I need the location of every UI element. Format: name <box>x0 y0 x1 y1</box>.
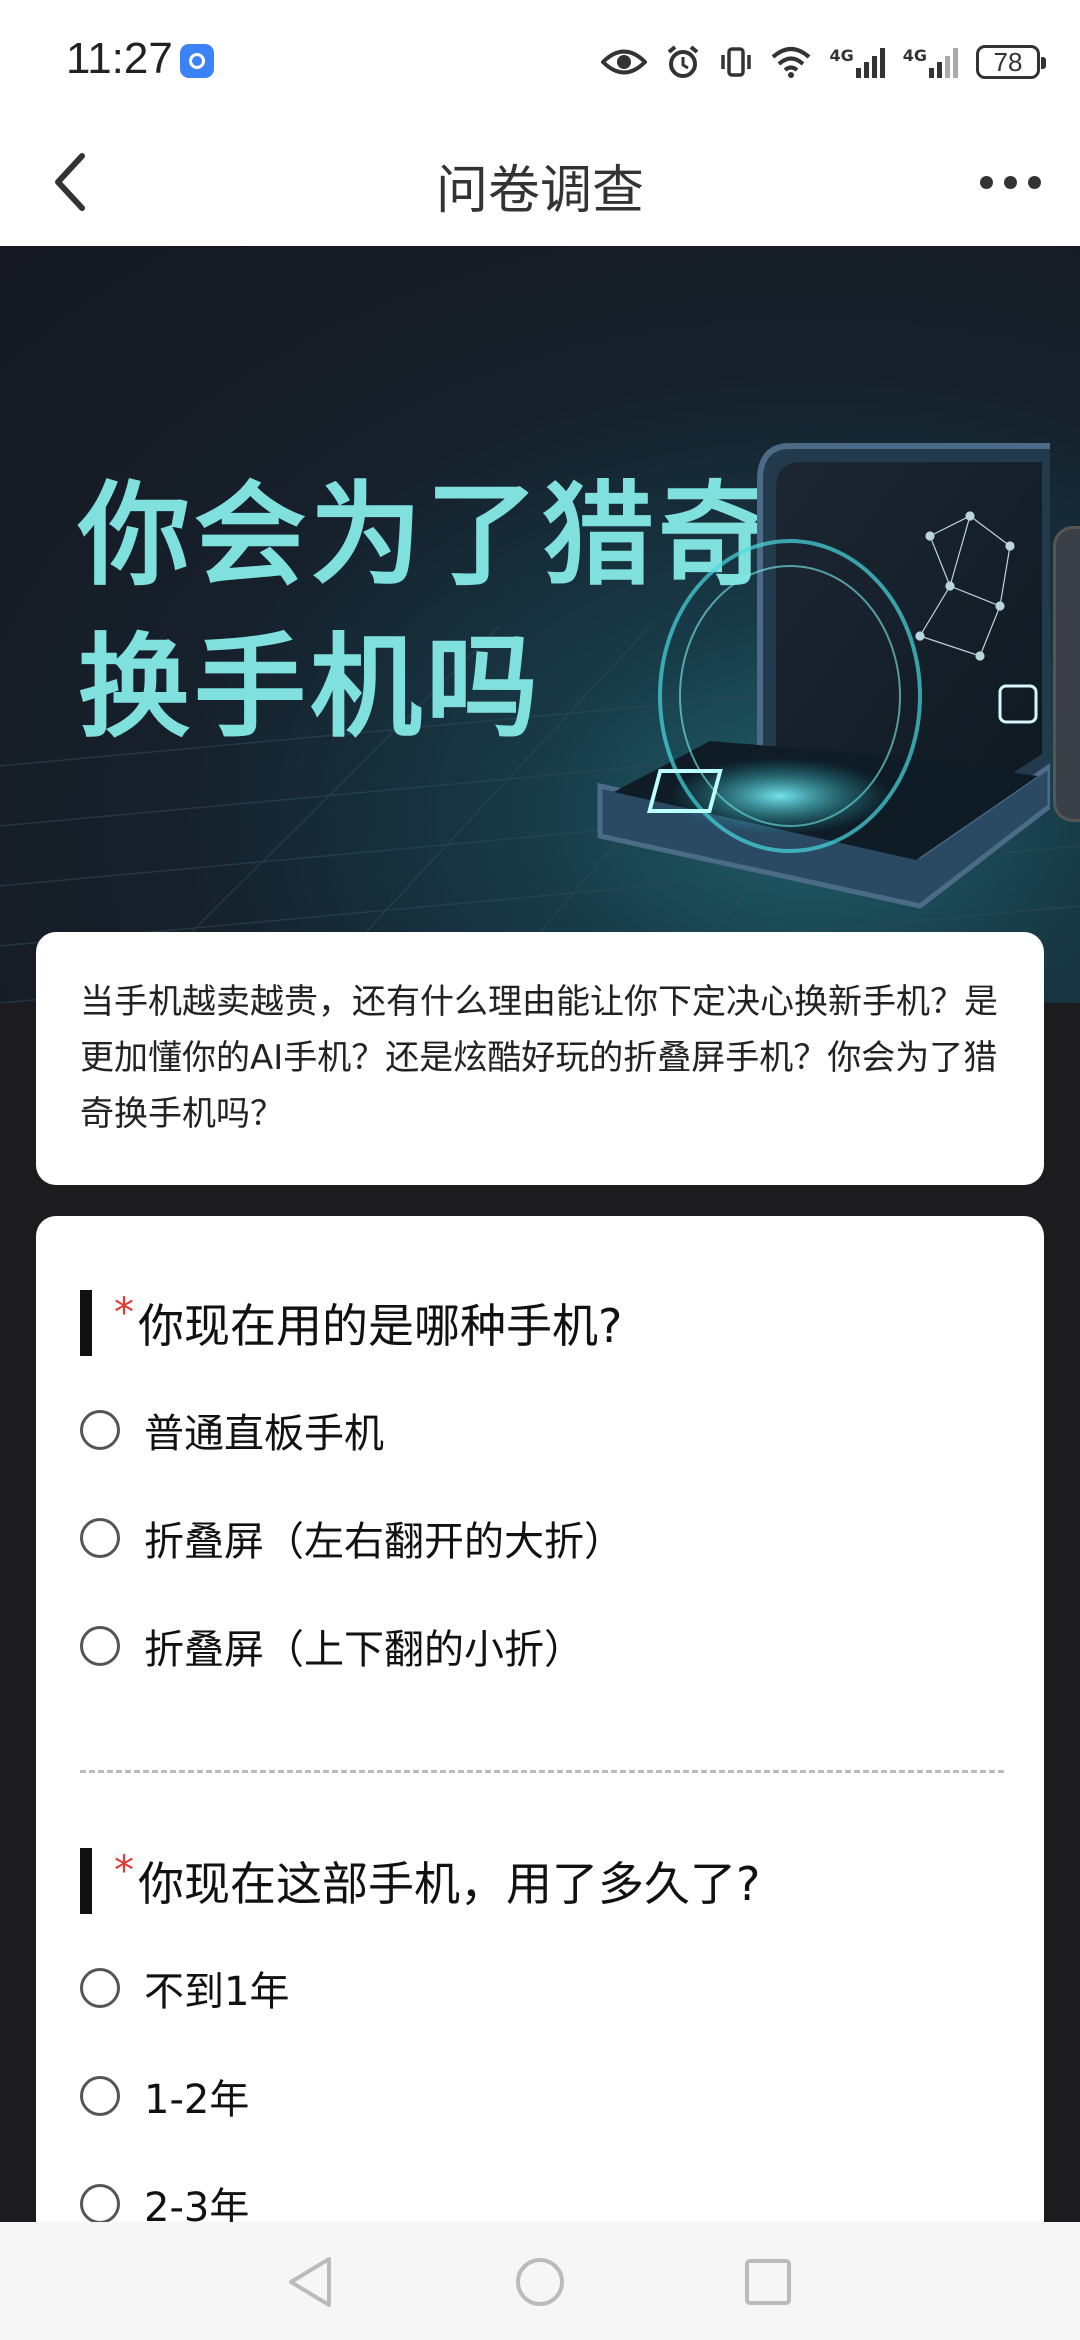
option-q1-1[interactable]: 普通直板手机 <box>80 1400 384 1460</box>
foldable-phone-illustration <box>597 443 1050 909</box>
question-2-header: * 你现在这部手机，用了多久了? <box>80 1846 1004 1916</box>
radio-button[interactable] <box>80 2184 120 2224</box>
option-label: 不到1年 <box>144 1969 290 2015</box>
option-label: 普通直板手机 <box>144 1411 384 1457</box>
vibrate-icon <box>719 45 753 79</box>
option-q2-2[interactable]: 1-2年 <box>80 2066 249 2126</box>
status-bar: 11:27 4G 4G 78 <box>0 0 1080 120</box>
option-q1-2[interactable]: 折叠屏（左右翻开的大折） <box>80 1508 624 1568</box>
signal-icon-2: 4G <box>903 46 958 78</box>
page-title: 问卷调查 <box>435 161 644 221</box>
triangle-back-icon <box>289 2257 331 2307</box>
battery-icon: 78 <box>976 45 1046 79</box>
question-divider <box>80 1770 1004 1773</box>
option-q2-1[interactable]: 不到1年 <box>80 1958 289 2018</box>
required-mark: * <box>114 1848 134 1894</box>
status-icons: 4G 4G 78 <box>601 38 1046 86</box>
option-label: 折叠屏（左右翻开的大折） <box>144 1519 624 1565</box>
alarm-icon <box>665 44 701 80</box>
floating-side-handle[interactable] <box>1053 526 1080 822</box>
radio-button[interactable] <box>80 1518 120 1558</box>
intro-card: 当手机越卖越贵，还有什么理由能让你下定决心换新手机？是更加懂你的AI手机？还是炫… <box>36 932 1044 1185</box>
option-label: 1-2年 <box>144 2077 250 2123</box>
system-nav-bar <box>0 2222 1080 2340</box>
required-mark: * <box>114 1290 134 1336</box>
app-notification-icon <box>180 44 214 78</box>
hero-banner: 你会为了猎奇 换手机吗 <box>0 246 1080 1003</box>
question-1: * 你现在用的是哪种手机? 普通直板手机 折叠屏（左右翻开的大折） 折叠屏（上下… <box>80 1288 1004 1673</box>
question-1-text: 你现在用的是哪种手机? <box>138 1299 623 1353</box>
radio-button[interactable] <box>80 1410 120 1450</box>
signal-icon: 4G <box>829 46 885 78</box>
option-q1-3[interactable]: 折叠屏（上下翻的小折） <box>80 1616 584 1676</box>
question-1-header: * 你现在用的是哪种手机? <box>80 1288 1004 1358</box>
more-dot-icon <box>979 175 993 189</box>
nav-bar: 问卷调查 <box>0 120 1080 246</box>
intro-text: 当手机越卖越贵，还有什么理由能让你下定决心换新手机？是更加懂你的AI手机？还是炫… <box>80 982 998 1134</box>
question-marker <box>80 1290 92 1356</box>
radio-button[interactable] <box>80 2076 120 2116</box>
option-label: 折叠屏（上下翻的小折） <box>144 1627 584 1673</box>
square-recents-icon <box>745 2259 791 2305</box>
radio-button[interactable] <box>80 1968 120 2008</box>
question-marker <box>80 1848 92 1914</box>
questions-card: * 你现在用的是哪种手机? 普通直板手机 折叠屏（左右翻开的大折） 折叠屏（上下… <box>36 1216 1044 2340</box>
nav-recents-button[interactable] <box>738 2252 798 2312</box>
nav-home-button[interactable] <box>510 2252 570 2312</box>
eye-comfort-icon <box>601 47 648 77</box>
more-options-button[interactable] <box>960 142 1060 222</box>
question-2-text: 你现在这部手机，用了多久了? <box>138 1857 761 1911</box>
nav-back-button[interactable] <box>280 2252 340 2312</box>
radio-button[interactable] <box>80 1626 120 1666</box>
circle-home-icon <box>516 2258 564 2306</box>
wifi-icon <box>771 46 811 78</box>
status-time: 11:27 <box>66 34 173 83</box>
question-2: * 你现在这部手机，用了多久了? 不到1年 1-2年 2-3年 <box>80 1846 1004 2231</box>
